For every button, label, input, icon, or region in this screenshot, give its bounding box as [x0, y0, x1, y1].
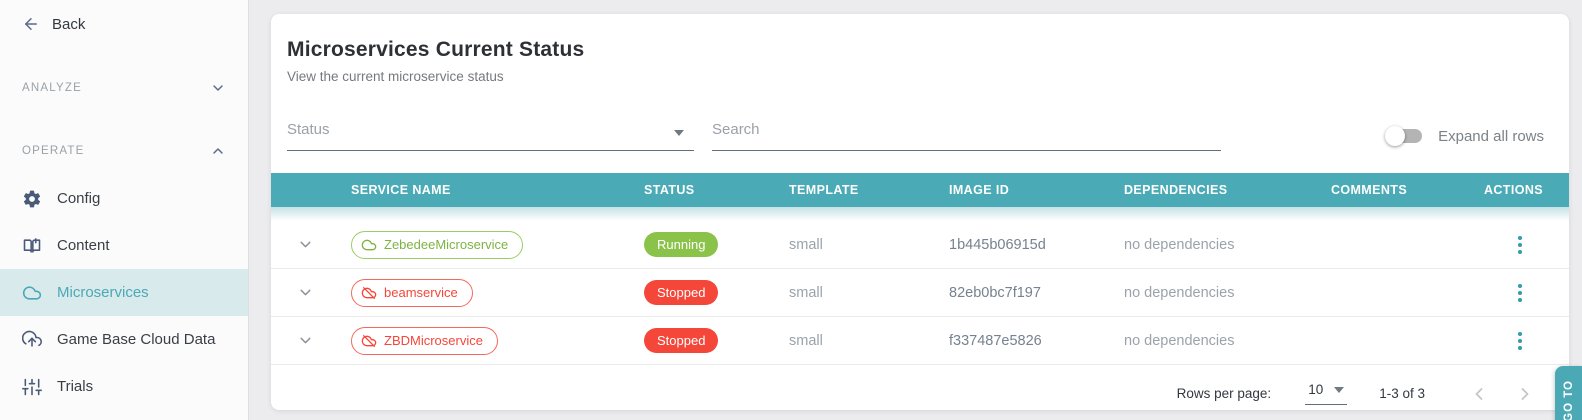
caret-down-icon [674, 130, 684, 136]
chevron-right-icon [1521, 387, 1529, 400]
chevron-down-icon [299, 289, 311, 296]
col-header-template: TEMPLATE [789, 183, 859, 197]
next-page-button[interactable] [1515, 384, 1535, 404]
chevron-up-icon [213, 148, 223, 154]
toggle-switch-icon[interactable] [1385, 126, 1423, 146]
dependencies-cell: no dependencies [1124, 332, 1235, 349]
app-root: Back ANALYZE OPERATE Config Content Micr… [0, 0, 1582, 420]
service-name-label: ZBDMicroservice [384, 333, 483, 348]
col-header-status: STATUS [644, 183, 695, 197]
sidebar-item-label: Trials [57, 378, 94, 395]
template-cell: small [789, 236, 823, 253]
sidebar-nav: Config Content Microservices Game Base C… [0, 175, 248, 410]
sidebar-item-label: Content [57, 237, 110, 254]
sidebar-item-trials[interactable]: Trials [0, 363, 248, 410]
row-expander[interactable] [271, 236, 339, 253]
book-icon [23, 237, 41, 253]
sidebar-item-label: Microservices [57, 284, 149, 301]
section-label: ANALYZE [22, 82, 82, 94]
chevron-down-icon [213, 85, 223, 91]
status-select-input[interactable] [287, 121, 694, 147]
service-name-pill[interactable]: ZebedeeMicroservice [351, 230, 524, 259]
gear-icon [23, 190, 41, 207]
col-header-service-name: SERVICE NAME [351, 183, 451, 197]
sidebar-item-config[interactable]: Config [0, 175, 248, 222]
back-button[interactable]: Back [0, 0, 248, 33]
template-cell: small [789, 284, 823, 301]
microservices-card: Microservices Current Status View the cu… [271, 14, 1569, 410]
rows-per-page-label: Rows per page: [1176, 386, 1272, 401]
status-select[interactable] [287, 121, 694, 151]
card-header: Microservices Current Status View the cu… [271, 14, 1569, 84]
sidebar-item-microservices[interactable]: Microservices [0, 269, 248, 316]
col-header-dependencies: DEPENDENCIES [1124, 183, 1228, 197]
row-actions-kebab-icon[interactable] [1515, 233, 1525, 257]
cloud-icon [22, 285, 42, 300]
table-row: beamservice Stopped small 82eb0bc7f197 n… [271, 269, 1569, 317]
col-header-image-id: IMAGE ID [949, 183, 1010, 197]
sidebar-item-content[interactable]: Content [0, 222, 248, 269]
rows-per-page-select[interactable]: 10 [1305, 382, 1348, 405]
filter-bar: Expand all rows [271, 121, 1569, 151]
col-header-comments: COMMENTS [1330, 183, 1408, 197]
dependencies-cell: no dependencies [1124, 236, 1235, 253]
service-name-label: ZebedeeMicroservice [384, 237, 509, 252]
template-cell: small [789, 332, 823, 349]
go-to-tab[interactable]: GO TO [1555, 366, 1582, 420]
sliders-icon [22, 378, 42, 395]
col-header-actions: ACTIONS [1483, 183, 1543, 197]
image-id-cell: 1b445b06915d [949, 236, 1046, 253]
search-input[interactable] [712, 121, 1221, 147]
service-name-pill[interactable]: ZBDMicroservice [351, 326, 498, 355]
table-row: ZBDMicroservice Stopped small f337487e58… [271, 317, 1569, 365]
chevron-down-icon [299, 337, 311, 344]
image-id-cell: 82eb0bc7f197 [949, 284, 1041, 301]
sidebar-item-label: Config [57, 190, 101, 207]
status-badge: Running [644, 232, 719, 257]
cloud-off-icon [361, 334, 377, 347]
cloud-upload-icon [22, 330, 42, 347]
sidebar-item-label: Game Base Cloud Data [57, 331, 216, 348]
row-actions-kebab-icon[interactable] [1515, 281, 1525, 305]
search-field[interactable] [712, 121, 1221, 151]
status-badge: Stopped [644, 328, 719, 353]
main-content: Microservices Current Status View the cu… [249, 0, 1582, 420]
chevron-left-icon [1475, 387, 1483, 400]
caret-down-icon [1334, 386, 1345, 393]
sidebar: Back ANALYZE OPERATE Config Content Micr… [0, 0, 249, 420]
dependencies-cell: no dependencies [1124, 284, 1235, 301]
row-actions-kebab-icon[interactable] [1515, 329, 1525, 353]
back-label: Back [52, 15, 86, 33]
toggle-label: Expand all rows [1438, 127, 1544, 145]
expand-all-rows-toggle[interactable]: Expand all rows [1385, 126, 1544, 151]
section-label: OPERATE [22, 145, 85, 157]
row-expander[interactable] [271, 332, 339, 349]
header-shadow-gradient [271, 207, 1569, 221]
previous-page-button[interactable] [1469, 384, 1489, 404]
sidebar-section-operate[interactable]: OPERATE [0, 143, 248, 159]
cloud-icon [361, 239, 377, 250]
table-header-row: SERVICE NAME STATUS TEMPLATE IMAGE ID DE… [271, 173, 1569, 207]
arrow-left-icon [25, 18, 37, 30]
cloud-off-icon [361, 286, 377, 299]
page-title: Microservices Current Status [287, 38, 585, 61]
chevron-down-icon [299, 241, 311, 248]
status-badge: Stopped [644, 280, 719, 305]
go-to-tab-label: GO TO [1562, 380, 1575, 420]
page-subtitle: View the current microservice status [287, 69, 504, 84]
row-expander[interactable] [271, 284, 339, 301]
service-name-label: beamservice [384, 285, 458, 300]
table-footer: Rows per page: 10 1-3 of 3 [271, 365, 1569, 410]
image-id-cell: f337487e5826 [949, 332, 1042, 349]
sidebar-section-analyze[interactable]: ANALYZE [0, 80, 248, 96]
table-row: ZebedeeMicroservice Running small 1b445b… [271, 221, 1569, 269]
pagination-range: 1-3 of 3 [1379, 386, 1425, 401]
rows-per-page-value: 10 [1308, 382, 1324, 397]
sidebar-item-game-base-cloud-data[interactable]: Game Base Cloud Data [0, 316, 248, 363]
service-name-pill[interactable]: beamservice [351, 278, 473, 307]
